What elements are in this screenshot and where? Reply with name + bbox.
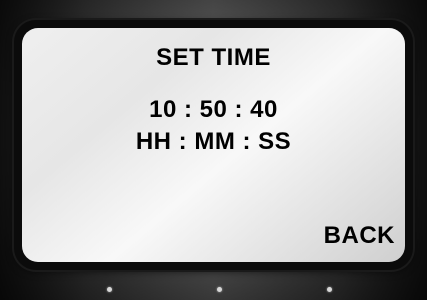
display-screen: SET TIME 10 : 50 : 40 HH : MM : SS BACK [22,28,405,262]
indicator-dot-right [327,287,332,292]
indicator-dot-left [107,287,112,292]
back-button[interactable]: BACK [324,222,395,250]
screen-title: SET TIME [156,44,271,71]
time-value[interactable]: 10 : 50 : 40 [22,96,405,124]
device-housing: SET TIME 10 : 50 : 40 HH : MM : SS BACK [0,0,427,300]
time-format-label: HH : MM : SS [135,128,292,155]
indicator-dot-center [217,287,222,292]
